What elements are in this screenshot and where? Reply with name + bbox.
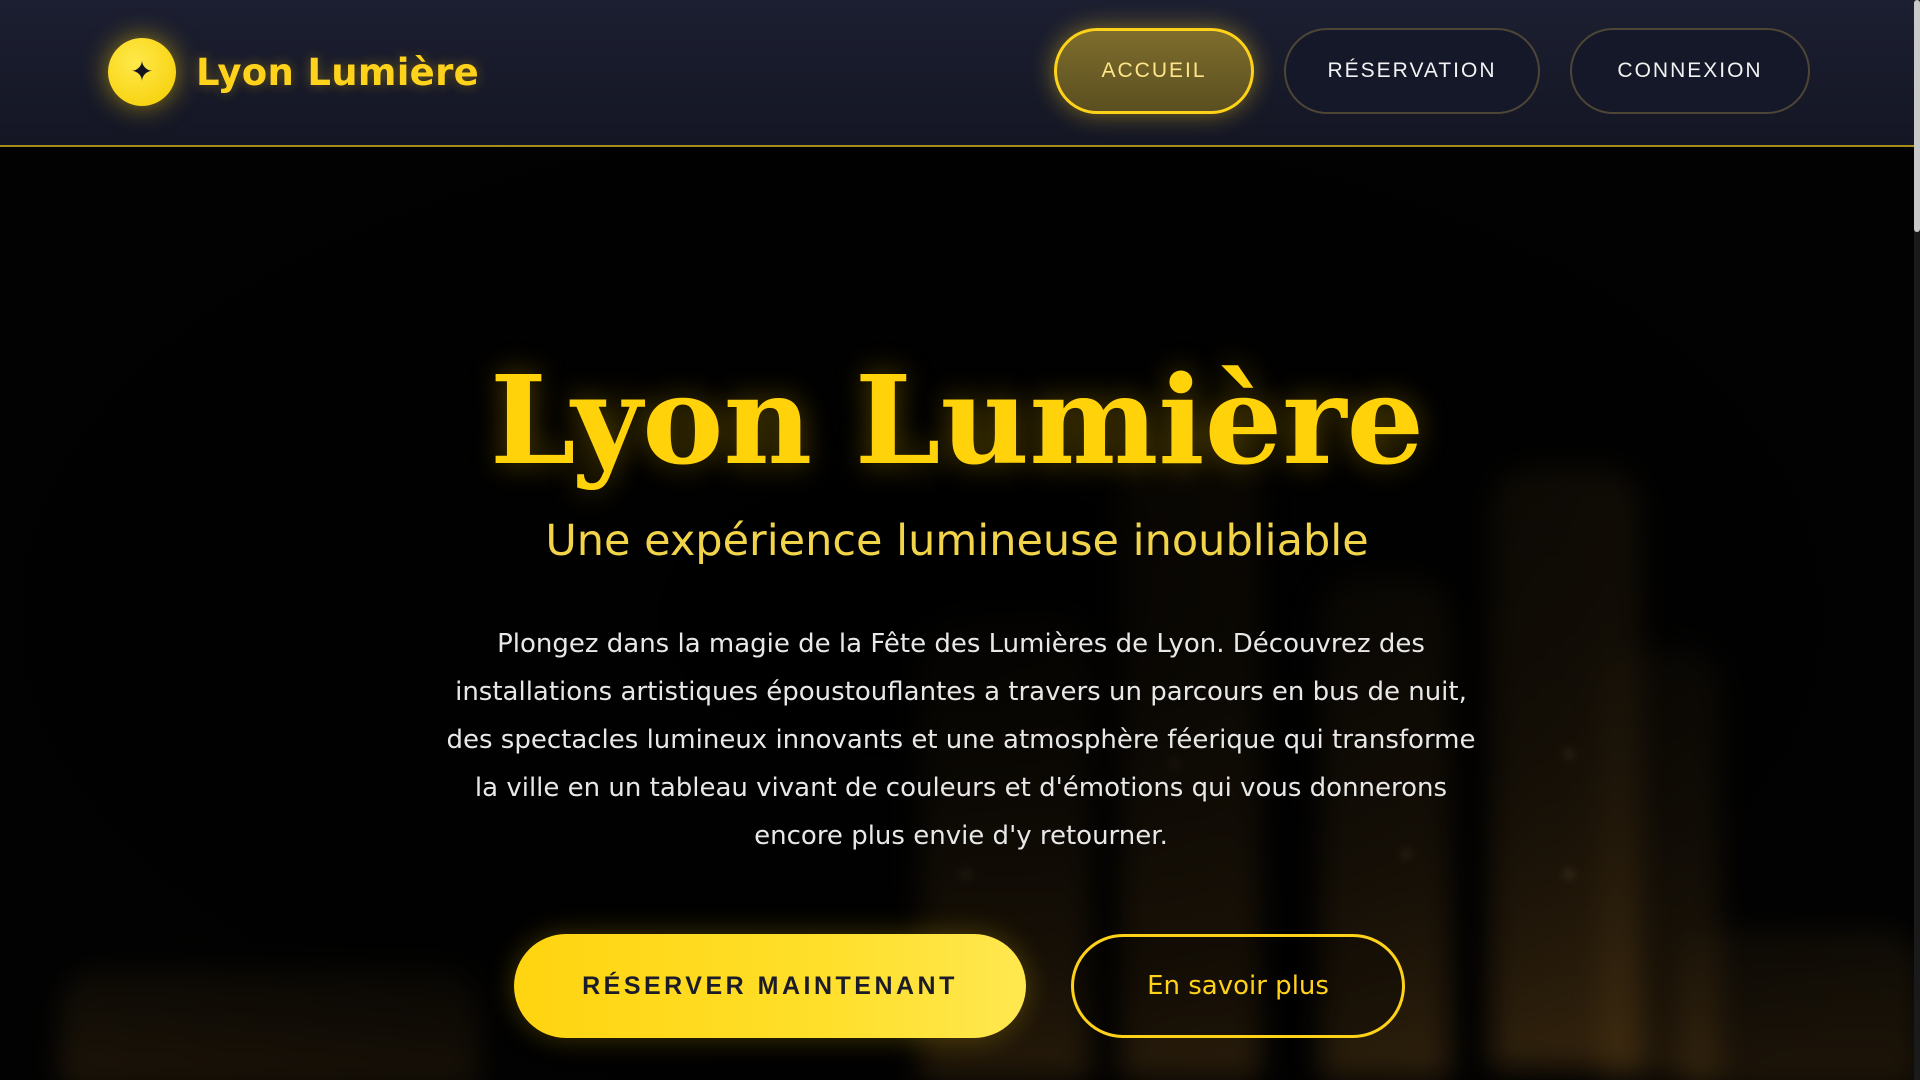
nav-connexion-button[interactable]: CONNEXION <box>1570 28 1810 114</box>
hero-description: Plongez dans la magie de la Fête des Lum… <box>446 629 1476 851</box>
hero-section: Lyon Lumière Une expérience lumineuse in… <box>0 148 1914 1080</box>
site-logo[interactable]: ✦ Lyon Lumière <box>108 38 479 106</box>
reserve-now-label: RÉSERVER MAINTENANT <box>582 971 958 1000</box>
page-scrollbar[interactable] <box>1914 0 1920 1080</box>
learn-more-label: En savoir plus <box>1147 971 1329 1001</box>
scrollbar-thumb[interactable] <box>1914 0 1920 232</box>
hero-title: Lyon Lumière <box>489 348 1425 492</box>
nav-reservation-button[interactable]: RÉSERVATION <box>1284 28 1540 114</box>
nav-reservation-label: RÉSERVATION <box>1327 59 1497 82</box>
page: ✦ Lyon Lumière ACCUEIL RÉSERVATION CONNE… <box>0 0 1920 1080</box>
main-nav: ACCUEIL RÉSERVATION CONNEXION <box>1024 28 1810 114</box>
site-header: ✦ Lyon Lumière ACCUEIL RÉSERVATION CONNE… <box>0 0 1920 147</box>
hero-subtitle: Une expérience lumineuse inoubliable <box>545 516 1369 566</box>
logo-text: Lyon Lumière <box>196 50 480 94</box>
reserve-now-button[interactable]: RÉSERVER MAINTENANT <box>514 934 1026 1038</box>
nav-connexion-label: CONNEXION <box>1617 59 1763 82</box>
sparkle-icon: ✦ <box>108 38 176 106</box>
nav-accueil-button[interactable]: ACCUEIL <box>1054 28 1254 114</box>
nav-accueil-label: ACCUEIL <box>1101 59 1207 82</box>
learn-more-button[interactable]: En savoir plus <box>1071 934 1405 1038</box>
